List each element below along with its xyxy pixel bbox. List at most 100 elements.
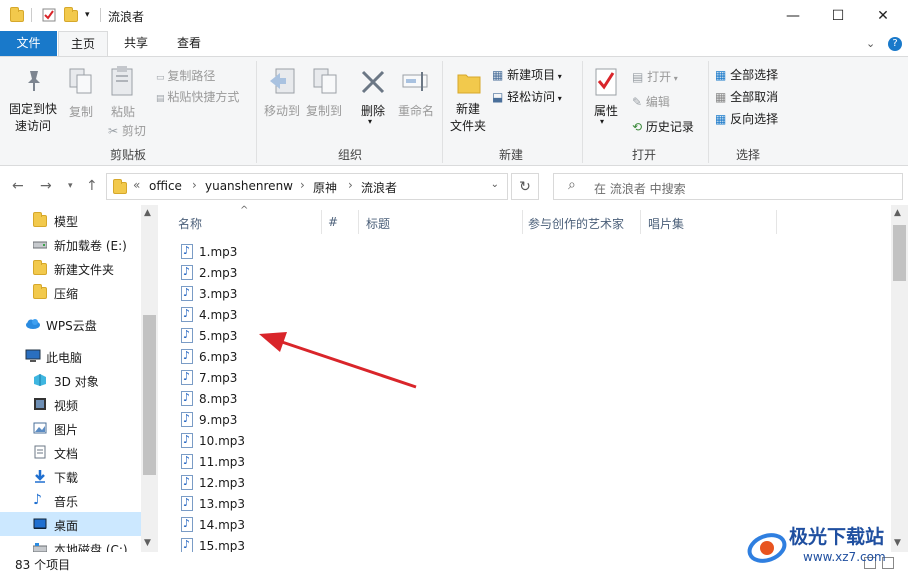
properties-dropdown-icon[interactable]: ▾ [600, 117, 604, 126]
column-divider[interactable] [776, 210, 777, 234]
navigation-pane-scrollbar[interactable]: ▲ ▼ [141, 205, 158, 552]
file-row[interactable]: 5.mp3 [178, 325, 478, 346]
nav-item-desktop[interactable]: 桌面 [0, 512, 142, 536]
properties-check-icon[interactable] [42, 8, 56, 22]
file-row[interactable]: 9.mp3 [178, 409, 478, 430]
nav-item-label: WPS云盘 [46, 319, 97, 333]
column-header-number[interactable]: # [328, 215, 338, 229]
rename-icon [402, 71, 430, 96]
file-row[interactable]: 14.mp3 [178, 514, 478, 535]
tab-share[interactable]: 共享 [110, 31, 162, 56]
new-folder-button[interactable]: 新建 文件夹 [446, 101, 490, 135]
select-none-button[interactable]: ▦ 全部取消 [715, 88, 778, 105]
file-row[interactable]: 15.mp3 [178, 535, 478, 552]
scroll-up-icon[interactable]: ▲ [144, 208, 151, 218]
overflow-icon[interactable]: « [133, 178, 140, 192]
nav-item-music[interactable]: ♪ 音乐 [0, 488, 142, 512]
column-divider[interactable] [358, 210, 359, 234]
refresh-button[interactable]: ↻ [511, 173, 539, 200]
nav-item-pictures[interactable]: 图片 [0, 416, 142, 440]
file-row[interactable]: 1.mp3 [178, 241, 478, 262]
file-row[interactable]: 2.mp3 [178, 262, 478, 283]
select-all-button[interactable]: ▦ 全部选择 [715, 66, 778, 83]
forward-arrow-icon[interactable]: → [40, 178, 52, 194]
file-row[interactable]: 11.mp3 [178, 451, 478, 472]
file-row[interactable]: 10.mp3 [178, 430, 478, 451]
copy-to-icon [312, 67, 340, 100]
nav-item-drive-e[interactable]: 新加载卷 (E:) [0, 232, 142, 256]
audio-file-icon [181, 496, 193, 511]
move-to-button[interactable]: 移动到 [262, 102, 302, 119]
file-row[interactable]: 8.mp3 [178, 388, 478, 409]
minimize-button[interactable]: — [770, 0, 816, 31]
new-folder-icon[interactable] [64, 7, 78, 22]
nav-item-wps-cloud[interactable]: WPS云盘 [0, 312, 142, 336]
delete-button[interactable]: 删除 [356, 102, 390, 119]
address-dropdown-icon[interactable]: ⌄ [491, 179, 499, 190]
search-box[interactable]: ⌕ 在 流浪者 中搜索 [553, 173, 903, 200]
nav-item-models[interactable]: 模型 [0, 208, 142, 232]
rename-button[interactable]: 重命名 [396, 102, 436, 119]
copy-button[interactable]: 复制 [66, 103, 96, 120]
invert-selection-button[interactable]: ▦ 反向选择 [715, 110, 778, 127]
refresh-icon: ↻ [519, 178, 531, 195]
nav-item-videos[interactable]: 视频 [0, 392, 142, 416]
history-button[interactable]: ⟲ 历史记录 [632, 118, 694, 135]
nav-item-this-pc[interactable]: 此电脑 [0, 344, 142, 368]
tab-file[interactable]: 文件 [0, 31, 57, 56]
delete-dropdown-icon[interactable]: ▾ [368, 117, 372, 126]
breadcrumb-current[interactable]: 流浪者 [361, 179, 397, 196]
paste-shortcut-button[interactable]: ▤ 粘贴快捷方式 [156, 88, 239, 105]
file-list-scrollbar[interactable]: ▲ ▼ [891, 205, 908, 552]
paste-button[interactable]: 粘贴 [108, 103, 138, 120]
nav-item-documents[interactable]: 文档 [0, 440, 142, 464]
back-arrow-icon[interactable]: ← [12, 178, 24, 194]
column-header-album[interactable]: 唱片集 [648, 215, 684, 232]
scroll-down-icon[interactable]: ▼ [144, 538, 151, 548]
new-item-button[interactable]: ▦ 新建项目 ▾ [492, 66, 562, 83]
maximize-button[interactable]: ☐ [815, 0, 861, 31]
scroll-up-icon[interactable]: ▲ [894, 208, 901, 218]
properties-button[interactable]: 属性 [590, 102, 622, 119]
customize-dropdown-icon[interactable]: ▾ [85, 10, 99, 24]
column-divider[interactable] [640, 210, 641, 234]
file-row[interactable]: 13.mp3 [178, 493, 478, 514]
nav-item-downloads[interactable]: 下载 [0, 464, 142, 488]
folder-icon[interactable] [10, 7, 24, 22]
help-icon[interactable]: ? [888, 37, 902, 51]
video-icon [33, 397, 47, 411]
nav-item-compressed[interactable]: 压缩 [0, 280, 142, 304]
column-header-artist[interactable]: 参与创作的艺术家 [528, 215, 624, 232]
nav-item-drive-c[interactable]: 本地磁盘 (C:) [0, 536, 142, 552]
pin-to-quick-access-button[interactable]: 固定到快 速访问 [6, 101, 60, 135]
breadcrumb-yuanshen[interactable]: 原神 [313, 179, 337, 196]
recent-locations-dropdown-icon[interactable]: ▾ [68, 181, 73, 191]
nav-item-new-folder[interactable]: 新建文件夹 [0, 256, 142, 280]
tab-view[interactable]: 查看 [164, 31, 214, 56]
file-row[interactable]: 6.mp3 [178, 346, 478, 367]
nav-item-3d-objects[interactable]: 3D 对象 [0, 368, 142, 392]
column-header-title[interactable]: 标题 [366, 215, 390, 232]
column-divider[interactable] [321, 210, 322, 234]
collapse-ribbon-icon[interactable]: ⌄ [866, 37, 875, 50]
copy-path-button[interactable]: ▭ 复制路径 [156, 67, 215, 84]
file-row[interactable]: 7.mp3 [178, 367, 478, 388]
file-row[interactable]: 12.mp3 [178, 472, 478, 493]
edit-button[interactable]: ✎ 编辑 [632, 93, 670, 110]
breadcrumb-yuanshenrenw[interactable]: yuanshenrenw [205, 179, 293, 193]
breadcrumb-office[interactable]: office [149, 179, 182, 193]
close-button[interactable]: ✕ [860, 0, 906, 31]
up-arrow-icon[interactable]: ↑ [86, 178, 98, 194]
column-header-name[interactable]: 名称 [178, 215, 202, 232]
scrollbar-thumb[interactable] [893, 225, 906, 281]
file-row[interactable]: 3.mp3 [178, 283, 478, 304]
tab-home[interactable]: 主页 [58, 31, 108, 56]
easy-access-button[interactable]: ⬓ 轻松访问 ▾ [492, 88, 562, 105]
copy-to-button[interactable]: 复制到 [304, 102, 344, 119]
address-bar[interactable]: « office › yuanshenrenw › 原神 › 流浪者 ⌄ [106, 173, 508, 200]
cut-button[interactable]: ✂ 剪切 [108, 122, 146, 139]
column-divider[interactable] [522, 210, 523, 234]
file-row[interactable]: 4.mp3 [178, 304, 478, 325]
open-button[interactable]: ▤ 打开 ▾ [632, 68, 678, 85]
scrollbar-thumb[interactable] [143, 315, 156, 475]
